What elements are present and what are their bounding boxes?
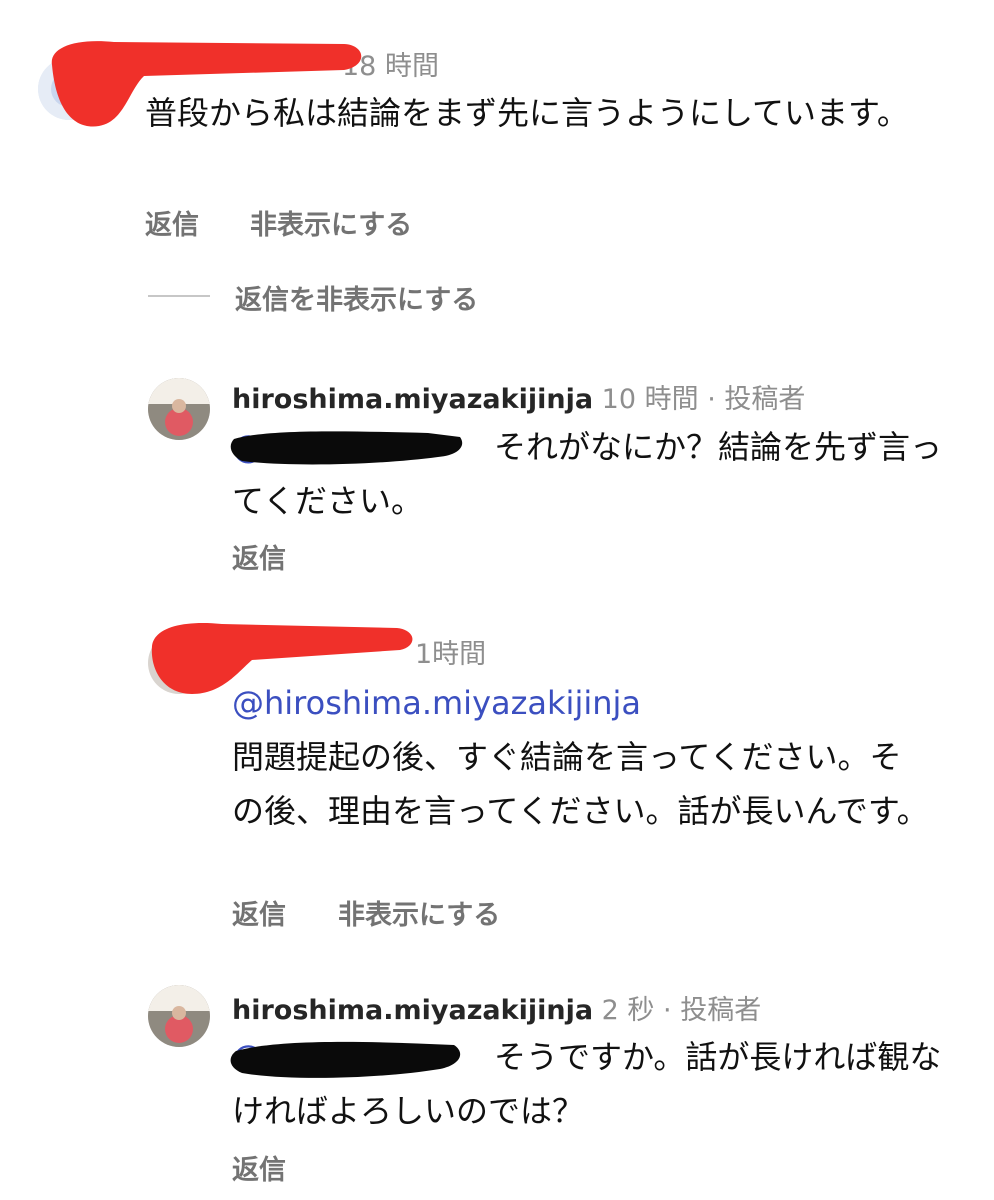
reply-button[interactable]: 返信 <box>232 1148 286 1187</box>
author-badge: 投稿者 <box>724 384 806 415</box>
avatar-image <box>148 985 210 1047</box>
comment-text: 普段から私は結論をまず先に言うようにしています。 <box>145 94 909 132</box>
author-avatar[interactable] <box>148 378 210 440</box>
reply-button[interactable]: 返信 <box>145 203 199 242</box>
reply-button[interactable]: 返信 <box>232 537 286 576</box>
mention-redaction <box>230 1041 461 1078</box>
author-avatar[interactable] <box>148 985 210 1047</box>
mention-link[interactable]: @hiroshima.miyazakijinja <box>232 676 641 730</box>
reply-button[interactable]: 返信 <box>232 893 286 932</box>
comment-timestamp: 10 時間 <box>601 384 699 415</box>
author-badge: 投稿者 <box>680 995 762 1026</box>
comment-meta: hiroshima.miyazakijinja 10 時間 · 投稿者 <box>232 377 805 416</box>
comment-text: 問題提起の後、すぐ結論を言ってください。その後、理由を言ってください。話が長いん… <box>232 738 929 830</box>
username-link[interactable]: hiroshima.miyazakijinja <box>232 384 593 415</box>
thread-divider-line <box>148 295 210 297</box>
comment-meta: hiroshima.miyazakijinja 2 秒 · 投稿者 <box>232 988 761 1027</box>
comment-timestamp: 1時間 <box>415 639 487 670</box>
hide-replies-button[interactable]: 返信を非表示にする <box>235 278 478 317</box>
meta-separator: · <box>707 384 716 415</box>
hide-button[interactable]: 非表示にする <box>338 893 500 932</box>
mention-redaction <box>230 431 463 465</box>
comment-timestamp: 2 秒 <box>601 995 655 1026</box>
avatar-image <box>148 378 210 440</box>
meta-separator: · <box>663 995 672 1026</box>
hide-button[interactable]: 非表示にする <box>250 203 412 242</box>
username-link[interactable]: hiroshima.miyazakijinja <box>232 995 593 1026</box>
